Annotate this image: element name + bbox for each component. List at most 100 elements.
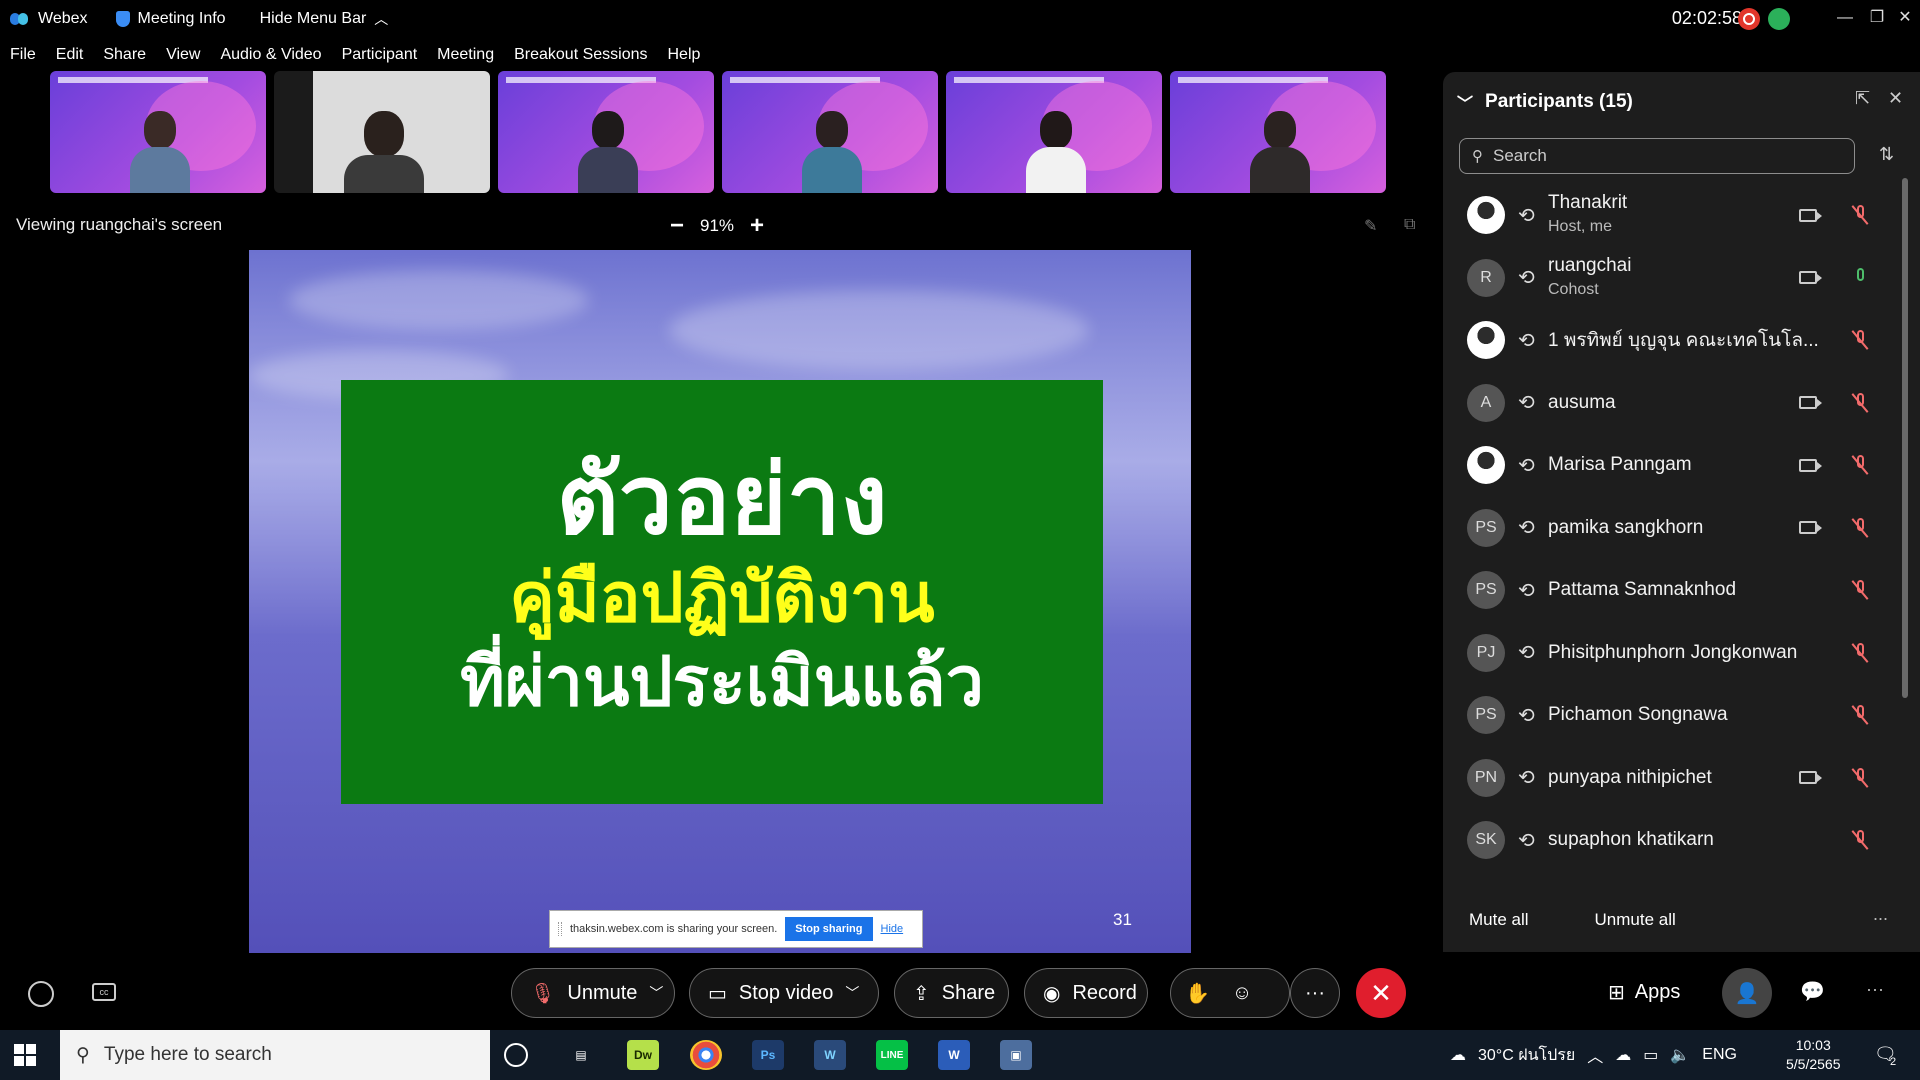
dreamweaver-icon[interactable]: Dw: [627, 1040, 659, 1070]
meeting-clock: 02:02:58: [1671, 8, 1742, 28]
drag-handle-icon[interactable]: [558, 922, 562, 936]
line-app-icon[interactable]: LINE: [876, 1040, 908, 1070]
close-window-icon[interactable]: ✕: [1890, 6, 1920, 30]
record-button[interactable]: ◉ Record: [1024, 968, 1148, 1018]
video-thumbnail[interactable]: [946, 71, 1162, 193]
onedrive-icon[interactable]: ☁: [1615, 1045, 1631, 1065]
unmute-button[interactable]: 🎙 Unmute ﹀: [511, 968, 675, 1018]
chat-icon[interactable]: 💬: [1800, 979, 1825, 1004]
mic-muted-icon[interactable]: [1851, 330, 1869, 351]
search-icon: ⚲: [1472, 148, 1483, 165]
meeting-info-label: Meeting Info: [137, 10, 226, 27]
more-options-icon[interactable]: ...: [1873, 904, 1888, 925]
participant-row[interactable]: ⟲ 1 พรทิพย์ บุญจุน คณะเทคโนโล...: [1443, 309, 1913, 372]
reaction-icon[interactable]: ☺: [1232, 982, 1252, 1005]
leave-meeting-button[interactable]: ✕: [1356, 968, 1406, 1018]
network-stats-icon[interactable]: [1768, 8, 1790, 30]
participant-row[interactable]: ⟲ Marisa Panngam: [1443, 434, 1913, 497]
mic-muted-icon[interactable]: [1851, 705, 1869, 726]
more-options-button[interactable]: ···: [1290, 968, 1340, 1018]
slide-title-box: ตัวอย่าง คู่มือปฏิบัติงาน ที่ผ่านประเมิน…: [341, 380, 1103, 804]
hide-notice-link[interactable]: Hide: [881, 923, 904, 935]
popout-panel-icon[interactable]: ⇱: [1855, 88, 1870, 109]
mic-muted-icon[interactable]: [1851, 392, 1869, 413]
unmute-all-button[interactable]: Unmute all: [1595, 910, 1676, 930]
participant-row[interactable]: PJ ⟲ Phisitphunphorn Jongkonwan: [1443, 622, 1913, 685]
cortana-icon[interactable]: [504, 1043, 528, 1067]
chevron-down-icon[interactable]: ﹀: [1457, 90, 1473, 114]
participant-row[interactable]: SK ⟲ supaphon khatikarn: [1443, 809, 1913, 872]
webex-taskbar-icon[interactable]: W: [814, 1040, 846, 1070]
taskbar-clock[interactable]: 10:03 5/5/2565: [1786, 1036, 1841, 1074]
zoom-out-button[interactable]: −: [670, 212, 684, 240]
share-button[interactable]: ⇪ Share: [894, 968, 1009, 1018]
chevron-down-icon[interactable]: ﹀: [845, 983, 859, 1003]
participants-header: ﹀ Participants (15): [1457, 90, 1633, 114]
participant-row[interactable]: PN ⟲ punyapa nithipichet: [1443, 747, 1913, 810]
participant-scrollbar[interactable]: [1901, 158, 1909, 798]
recording-indicator-icon[interactable]: [1738, 8, 1760, 30]
participants-toggle-button[interactable]: 👤: [1722, 968, 1772, 1018]
volume-icon[interactable]: 🔈: [1670, 1045, 1690, 1065]
mic-muted-icon[interactable]: [1851, 517, 1869, 538]
menu-view[interactable]: View: [156, 42, 210, 68]
captions-icon[interactable]: cc: [92, 983, 116, 1001]
photoshop-icon[interactable]: Ps: [752, 1040, 784, 1070]
participant-row[interactable]: PS ⟲ pamika sangkhorn: [1443, 497, 1913, 560]
mic-on-icon[interactable]: [1853, 267, 1867, 288]
participant-row[interactable]: A ⟲ ausuma: [1443, 372, 1913, 435]
video-thumbnail[interactable]: [274, 71, 490, 193]
apps-button[interactable]: ⊞ Apps: [1608, 980, 1680, 1005]
mute-all-button[interactable]: Mute all: [1469, 910, 1529, 930]
menu-help[interactable]: Help: [658, 42, 711, 68]
ai-assistant-icon[interactable]: [28, 981, 54, 1007]
stop-sharing-button[interactable]: Stop sharing: [785, 917, 873, 941]
video-thumbnail[interactable]: [50, 71, 266, 193]
restore-icon[interactable]: ❐: [1862, 6, 1892, 30]
chevron-up-icon[interactable]: ︿: [1587, 1043, 1603, 1067]
sort-icon[interactable]: ⇅: [1879, 144, 1894, 165]
video-thumbnail[interactable]: [498, 71, 714, 193]
participant-row[interactable]: PS ⟲ Pattama Samnaknhod: [1443, 559, 1913, 622]
meeting-info-button[interactable]: Meeting Info: [115, 10, 226, 28]
close-panel-icon[interactable]: ✕: [1888, 88, 1903, 109]
task-view-icon[interactable]: ▤: [565, 1040, 597, 1070]
menu-file[interactable]: File: [0, 42, 46, 68]
menu-edit[interactable]: Edit: [46, 42, 94, 68]
menu-participant[interactable]: Participant: [332, 42, 428, 68]
mic-muted-icon[interactable]: [1851, 205, 1869, 226]
mic-muted-icon[interactable]: [1851, 455, 1869, 476]
zoom-in-button[interactable]: +: [750, 212, 764, 240]
word-icon[interactable]: W: [938, 1040, 970, 1070]
windows-start-icon[interactable]: [14, 1044, 36, 1066]
minimize-icon[interactable]: —: [1830, 6, 1860, 30]
annotate-icon[interactable]: ✎: [1364, 216, 1377, 236]
mic-muted-icon[interactable]: [1851, 580, 1869, 601]
network-icon[interactable]: ▭: [1643, 1045, 1658, 1065]
weather-text[interactable]: 30°C ฝนโปรย: [1478, 1043, 1575, 1068]
video-thumbnail[interactable]: [722, 71, 938, 193]
participant-row[interactable]: PS ⟲ Pichamon Songnawa: [1443, 684, 1913, 747]
search-icon: ⚲: [76, 1044, 90, 1066]
menu-breakout-sessions[interactable]: Breakout Sessions: [504, 42, 657, 68]
chrome-icon[interactable]: [690, 1040, 722, 1070]
chevron-down-icon[interactable]: ﹀: [649, 983, 663, 1003]
menu-audio-video[interactable]: Audio & Video: [210, 42, 331, 68]
mic-muted-icon[interactable]: [1851, 642, 1869, 663]
taskbar-search[interactable]: ⚲ Type here to search: [60, 1030, 490, 1080]
hide-menu-bar-button[interactable]: Hide Menu Bar ︿: [260, 9, 389, 29]
participant-row[interactable]: ⟲ Thanakrit Host, me: [1443, 184, 1913, 247]
menu-share[interactable]: Share: [93, 42, 156, 68]
mic-muted-icon[interactable]: [1851, 830, 1869, 851]
network-app-icon[interactable]: ▣: [1000, 1040, 1032, 1070]
stop-video-button[interactable]: ▭ Stop video ﹀: [689, 968, 879, 1018]
participant-row[interactable]: R ⟲ ruangchai Cohost: [1443, 247, 1913, 310]
more-icon[interactable]: ···: [1866, 979, 1884, 1000]
language-indicator[interactable]: ENG: [1702, 1046, 1737, 1064]
mic-muted-icon[interactable]: [1851, 767, 1869, 788]
video-thumbnail[interactable]: [1170, 71, 1386, 193]
popout-share-icon[interactable]: ⧉: [1404, 216, 1415, 234]
raise-hand-icon[interactable]: ✋: [1185, 981, 1210, 1006]
participant-search-input[interactable]: ⚲ Search: [1459, 138, 1855, 174]
menu-meeting[interactable]: Meeting: [427, 42, 504, 68]
